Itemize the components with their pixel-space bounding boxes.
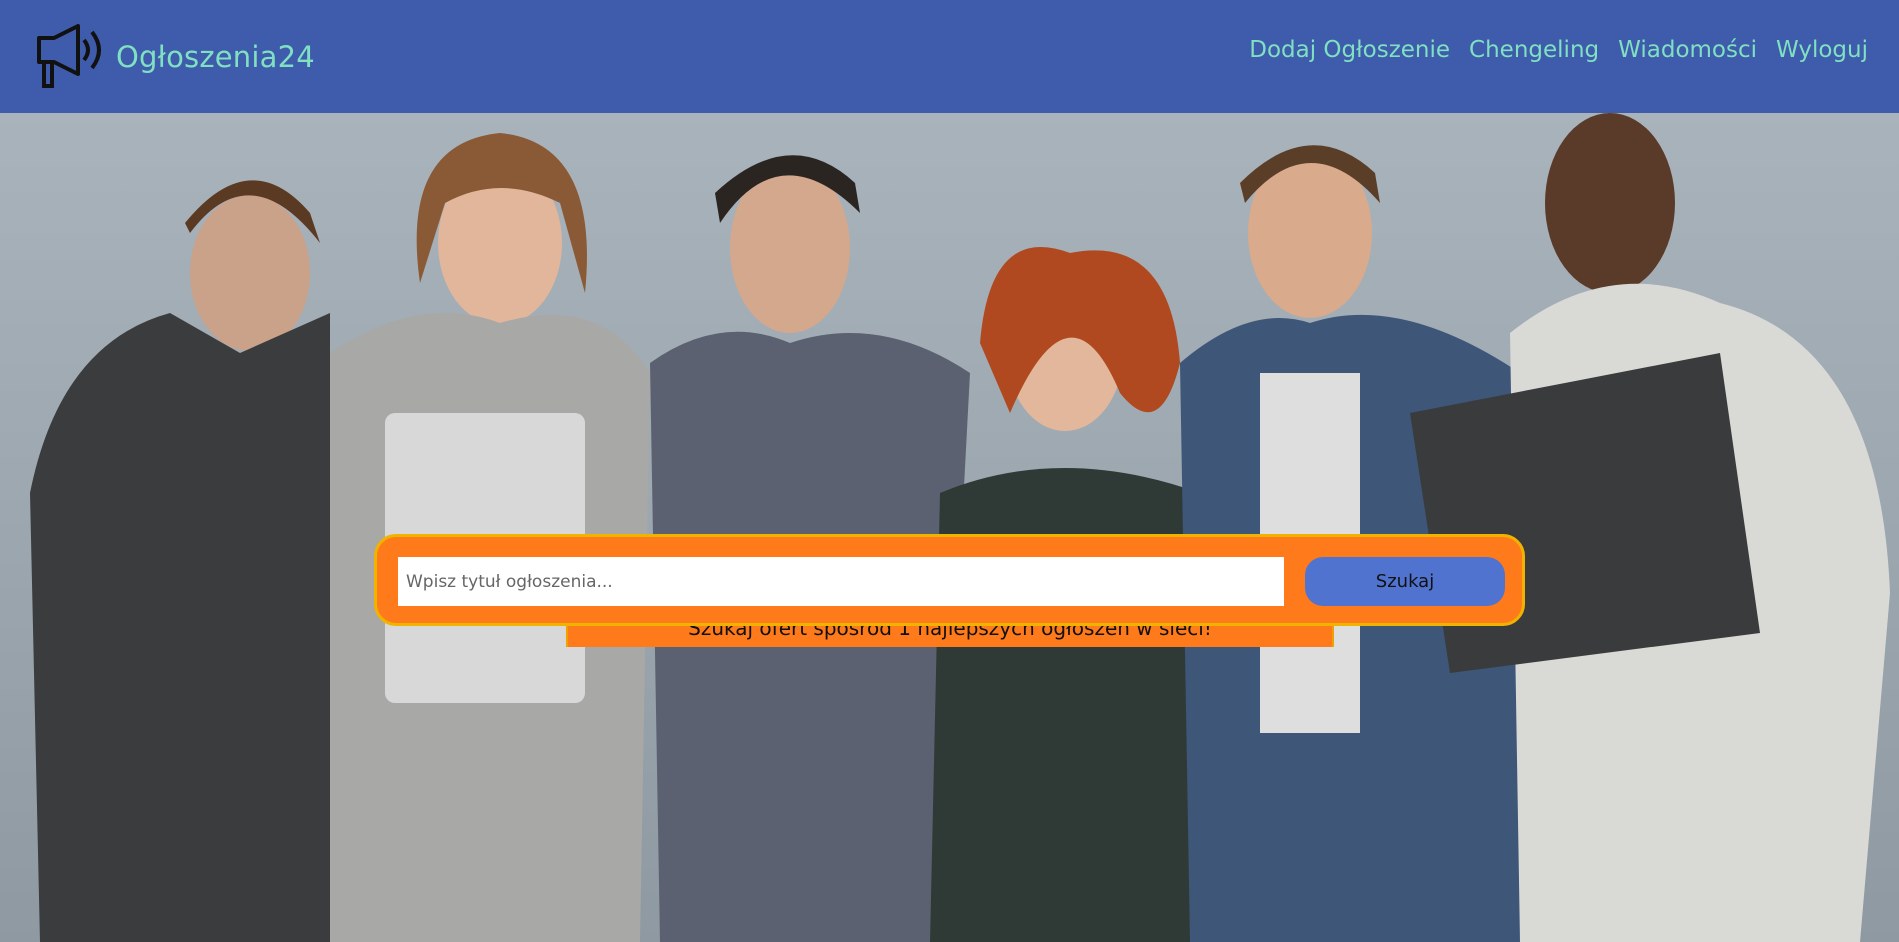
hero-photo	[30, 113, 1890, 942]
main-nav: Dodaj Ogłoszenie Chengeling Wiadomości W…	[1230, 37, 1868, 63]
hero-section: Szukaj ofert sposród 1 najlepszych ogłos…	[0, 113, 1899, 942]
nav-logout[interactable]: Wyloguj	[1776, 37, 1868, 63]
nav-add-listing[interactable]: Dodaj Ogłoszenie	[1249, 37, 1450, 63]
site-logo[interactable]: Ogłoszenia24	[36, 22, 315, 92]
megaphone-icon	[37, 24, 101, 88]
brand-name[interactable]: Ogłoszenia24	[116, 40, 315, 74]
search-panel: Szukaj	[374, 534, 1525, 626]
search-input[interactable]	[398, 557, 1284, 606]
top-navigation-bar: Ogłoszenia24 Dodaj Ogłoszenie Chengeling…	[0, 0, 1899, 113]
nav-chengeling[interactable]: Chengeling	[1469, 37, 1599, 63]
search-button[interactable]: Szukaj	[1305, 557, 1505, 606]
nav-messages[interactable]: Wiadomości	[1618, 37, 1757, 63]
